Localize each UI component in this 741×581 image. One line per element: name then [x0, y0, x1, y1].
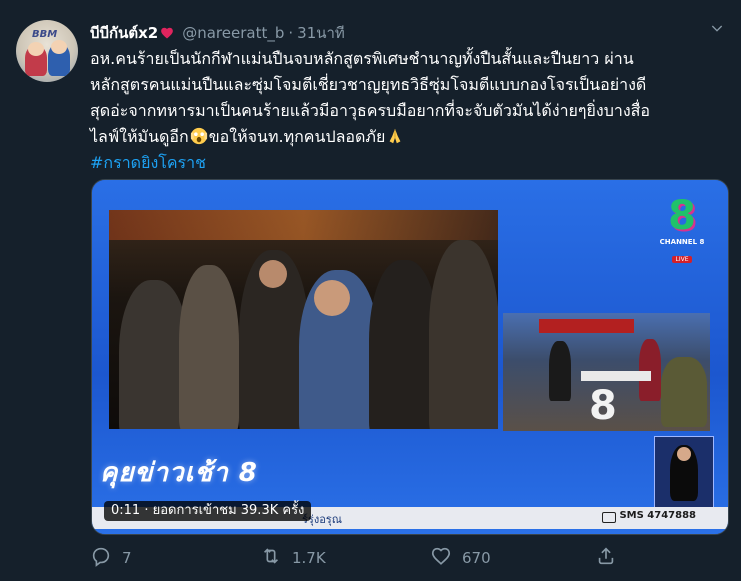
video-time-views-badge: 0:11 · ยอดการเข้าชม 39.3K ครั้ง [104, 501, 312, 521]
retweet-button[interactable]: 1.7K [260, 544, 326, 572]
avatar-text: BBM [32, 29, 58, 40]
like-icon [430, 545, 462, 571]
scream-face-icon [189, 127, 209, 145]
avatar-head-left [28, 42, 44, 56]
avatar[interactable]: BBM [16, 20, 78, 82]
retweet-icon [260, 545, 292, 571]
face [259, 260, 287, 288]
avatar-head-right [51, 40, 67, 54]
closed-caption-icon [602, 512, 616, 523]
tweet-actions: 7 1.7K 670 [90, 544, 730, 572]
reply-button[interactable]: 7 [90, 544, 132, 572]
sign-interpreter-face [677, 447, 691, 461]
side-person [549, 341, 571, 401]
user-handle[interactable]: @nareeratt_b [182, 24, 284, 42]
tweet-header: บีบีกันต์x2 @nareeratt_b · 31นาที [90, 22, 345, 44]
tweet-text-line: อห.คนร้ายเป็นนักกีฬาแม่นปืนจบหลักสูตรพิเ… [90, 49, 634, 68]
display-name[interactable]: บีบีกันต์x2 [90, 21, 158, 45]
tweet-text-line: หลักสูตรคนแม่นปืนและซุ่มโจมตีเชี่ยวชาญยุ… [90, 75, 647, 94]
share-button[interactable] [595, 544, 627, 572]
video-side-frame: 8 [503, 313, 710, 431]
tweet-text-part: ไลฟ์ให้มันดูอีก [90, 127, 189, 146]
tweet-text-line-last: ไลฟ์ให้มันดูอีก ขอให้จนท.ทุกคนปลอดภัย [90, 124, 730, 150]
side-person [639, 339, 661, 401]
like-count: 670 [462, 549, 491, 567]
chevron-down-icon[interactable] [707, 20, 727, 40]
side-banner [539, 319, 634, 333]
tweet-time[interactable]: 31นาที [297, 21, 345, 45]
sms-number: SMS 4747888 [619, 510, 696, 521]
hashtag-link[interactable]: #กราดยิงโคราช [90, 150, 730, 176]
tweet[interactable]: BBM บีบีกันต์x2 @nareeratt_b · 31นาที อห… [0, 0, 741, 581]
tweet-text-line: สุดอ่ะจากทหารมาเป็นคนร้ายแล้วมีอาวุธครบม… [90, 101, 651, 120]
channel-logo-mark: 8 [668, 193, 696, 239]
red-heart-icon [160, 26, 174, 40]
share-icon [595, 545, 627, 571]
channel-name: CHANNEL 8 [659, 238, 705, 246]
face [314, 280, 350, 316]
tweet-text-part: ขอให้จนท.ทุกคนปลอดภัย [208, 127, 386, 146]
channel-logo: 8 CHANNEL 8 LIVE [658, 194, 706, 274]
video-main-frame [109, 210, 498, 429]
side-desk [581, 371, 651, 381]
reply-count: 7 [122, 549, 132, 567]
side-logo: 8 [589, 383, 617, 429]
side-person [661, 357, 707, 427]
crowd-figure [429, 240, 498, 429]
lights [109, 210, 498, 240]
sign-language-box [654, 436, 714, 508]
separator-dot: · [288, 24, 294, 42]
folded-hands-icon [385, 127, 405, 145]
live-badge: LIVE [672, 256, 692, 263]
retweet-count: 1.7K [292, 549, 326, 567]
video-player[interactable]: 8 8 CHANNEL 8 LIVE คุยข่าวเช้า 8 ร์รุ่งอ… [91, 179, 729, 535]
crowd-figure [179, 265, 239, 429]
like-button[interactable]: 670 [430, 544, 491, 572]
reply-icon [90, 545, 122, 571]
tweet-text: อห.คนร้ายเป็นนักกีฬาแม่นปืนจบหลักสูตรพิเ… [90, 46, 730, 176]
show-logo: คุยข่าวเช้า 8 [100, 458, 258, 488]
